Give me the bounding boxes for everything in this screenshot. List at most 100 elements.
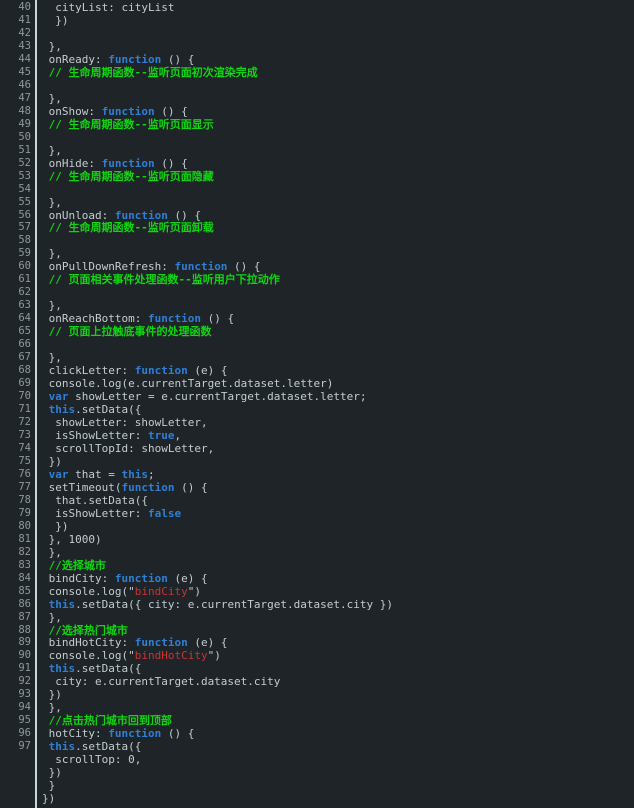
- code-line[interactable]: },: [42, 40, 634, 53]
- code-line[interactable]: [42, 286, 634, 299]
- code-line[interactable]: //点击热门城市回到顶部: [42, 714, 634, 727]
- token-text: () {: [200, 312, 235, 326]
- token-cmt: //选择城市: [42, 558, 106, 572]
- code-line[interactable]: onHide: function () {: [42, 157, 634, 170]
- token-text: },: [42, 610, 62, 624]
- token-text: onShow:: [42, 104, 102, 118]
- code-line[interactable]: this.setData({ city: e.currentTarget.dat…: [42, 598, 634, 611]
- code-line[interactable]: }: [42, 779, 634, 792]
- code-line[interactable]: console.log("bindCity"): [42, 585, 634, 598]
- line-number: [0, 792, 33, 805]
- line-number: 84: [18, 571, 31, 584]
- code-line[interactable]: console.log(e.currentTarget.dataset.lett…: [42, 377, 634, 390]
- token-text: cityList: cityList: [42, 1, 175, 14]
- token-cmt: // 生命周期函数--监听页面初次渲染完成: [42, 65, 258, 79]
- token-text: }): [42, 792, 56, 806]
- token-kw: this: [48, 740, 76, 754]
- code-content[interactable]: cityList: cityList }) }, onReady: functi…: [42, 0, 634, 805]
- code-line[interactable]: cityList: cityList: [42, 1, 634, 14]
- code-line[interactable]: [42, 131, 634, 144]
- code-line[interactable]: onReachBottom: function () {: [42, 312, 634, 325]
- token-cmt: //点击热门城市回到顶部: [42, 714, 172, 728]
- token-text: () {: [161, 727, 195, 741]
- code-line[interactable]: },: [42, 299, 634, 312]
- line-number: 40: [18, 1, 31, 13]
- token-text: ): [214, 649, 221, 663]
- code-editor[interactable]: 40 41 42 43 44 45 46 47 48 49 50 51 52 53 54 55 56 57 58 59…: [0, 0, 634, 808]
- line-number: [0, 779, 33, 792]
- code-line[interactable]: onShow: function () {: [42, 105, 634, 118]
- code-line[interactable]: this.setData({: [42, 662, 634, 675]
- token-text: ,: [174, 428, 182, 442]
- code-line[interactable]: }): [42, 520, 634, 533]
- token-text: onPullDownRefresh:: [42, 260, 175, 274]
- line-number: 78: [18, 493, 31, 506]
- line-number: 44: [18, 52, 31, 65]
- code-line[interactable]: }): [42, 688, 634, 701]
- code-line[interactable]: },: [42, 92, 634, 105]
- code-line[interactable]: },: [42, 546, 634, 559]
- token-q: ": [128, 584, 135, 598]
- token-text: scrollTopId: showLetter,: [42, 441, 215, 455]
- code-line[interactable]: [42, 79, 634, 92]
- code-line[interactable]: this.setData({: [42, 740, 634, 753]
- code-line[interactable]: // 生命周期函数--监听页面卸载: [42, 221, 634, 234]
- code-line[interactable]: },: [42, 611, 634, 624]
- code-line[interactable]: setTimeout(function () {: [42, 481, 634, 494]
- token-text: },: [42, 39, 62, 53]
- code-line[interactable]: isShowLetter: true,: [42, 429, 634, 442]
- code-line[interactable]: isShowLetter: false: [42, 507, 634, 520]
- code-line[interactable]: // 页面上拉触底事件的处理函数: [42, 325, 634, 338]
- code-line[interactable]: this.setData({: [42, 403, 634, 416]
- line-number: 45: [18, 65, 31, 78]
- line-number: 69: [18, 377, 31, 390]
- line-number: 88: [18, 623, 31, 636]
- code-line[interactable]: //选择热门城市: [42, 624, 634, 637]
- code-line[interactable]: city: e.currentTarget.dataset.city: [42, 675, 634, 688]
- token-kw: false: [147, 506, 182, 520]
- token-text: that =: [68, 467, 122, 481]
- line-number: 62: [18, 286, 31, 299]
- code-line[interactable]: },: [42, 701, 634, 714]
- code-line[interactable]: var that = this;: [42, 468, 634, 481]
- code-line[interactable]: //选择城市: [42, 559, 634, 572]
- code-line[interactable]: bindCity: function (e) {: [42, 572, 634, 585]
- code-line[interactable]: hotCity: function () {: [42, 727, 634, 740]
- code-line[interactable]: }, 1000): [42, 533, 634, 546]
- code-line[interactable]: onUnload: function () {: [42, 209, 634, 222]
- code-line[interactable]: scrollTopId: showLetter,: [42, 442, 634, 455]
- code-line[interactable]: }): [42, 14, 634, 27]
- code-line[interactable]: scrollTop: 0,: [42, 753, 634, 766]
- code-line[interactable]: onPullDownRefresh: function () {: [42, 260, 634, 273]
- code-line[interactable]: [42, 338, 634, 351]
- code-line[interactable]: },: [42, 144, 634, 157]
- code-line[interactable]: clickLetter: function (e) {: [42, 364, 634, 377]
- code-line[interactable]: // 生命周期函数--监听页面显示: [42, 118, 634, 131]
- code-line[interactable]: // 页面相关事件处理函数--监听用户下拉动作: [42, 273, 634, 286]
- code-line[interactable]: bindHotCity: function (e) {: [42, 636, 634, 649]
- code-line[interactable]: that.setData({: [42, 494, 634, 507]
- code-line[interactable]: },: [42, 351, 634, 364]
- line-number: 85: [18, 584, 31, 597]
- line-number: 55: [18, 195, 31, 208]
- code-line[interactable]: [42, 234, 634, 247]
- code-line[interactable]: },: [42, 247, 634, 260]
- code-line[interactable]: showLetter: showLetter,: [42, 416, 634, 429]
- code-line[interactable]: }): [42, 455, 634, 468]
- code-line[interactable]: onReady: function () {: [42, 53, 634, 66]
- line-number: 65: [18, 325, 31, 338]
- token-text: city: e.currentTarget.dataset.city: [42, 675, 281, 689]
- code-line[interactable]: console.log("bindHotCity"): [42, 649, 634, 662]
- code-line[interactable]: },: [42, 196, 634, 209]
- code-line[interactable]: }): [42, 792, 634, 805]
- code-line[interactable]: }): [42, 766, 634, 779]
- code-line[interactable]: [42, 27, 634, 40]
- code-line[interactable]: [42, 183, 634, 196]
- token-text: that.setData({: [42, 493, 148, 507]
- code-line[interactable]: // 生命周期函数--监听页面初次渲染完成: [42, 66, 634, 79]
- code-line[interactable]: // 生命周期函数--监听页面隐藏: [42, 170, 634, 183]
- code-line[interactable]: var showLetter = e.currentTarget.dataset…: [42, 390, 634, 403]
